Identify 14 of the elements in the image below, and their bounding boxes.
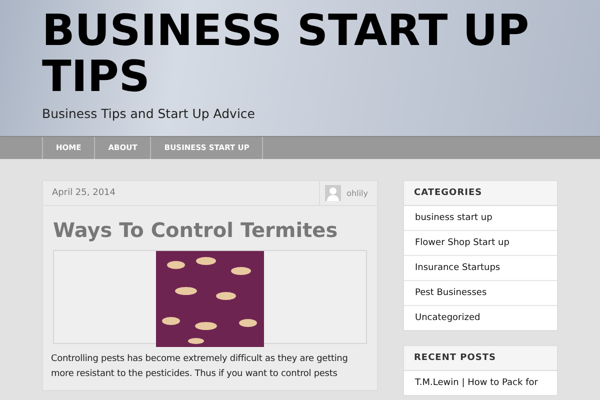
post-date: April 25, 2014: [51, 187, 116, 200]
site-tagline: Business Tips and Start Up Advice: [42, 106, 256, 121]
post-text: Controlling pests has become extremely difficult as they are getting more resistant to the pesticides. Thus if you want to control pests: [51, 353, 349, 381]
sidebar-link[interactable]: Pest Businesses: [404, 281, 557, 306]
sidebar-link[interactable]: T.M.Lewin | How to Pack for: [404, 371, 557, 395]
widget-heading: RECENT POSTS: [404, 346, 557, 371]
sidebar-link[interactable]: Insurance Startups: [404, 256, 557, 281]
sidebar-link[interactable]: business start up: [404, 206, 557, 231]
avatar-icon: [324, 185, 341, 201]
widget-heading: CATEGORIES: [404, 181, 557, 206]
site-title[interactable]: BUSINESS START UP TIPS: [42, 8, 582, 100]
post-title[interactable]: Ways To Control Termites: [53, 218, 367, 242]
sidebar-link[interactable]: Flower Shop Start up: [404, 231, 557, 256]
sidebar-link[interactable]: Uncategorized: [404, 306, 557, 330]
